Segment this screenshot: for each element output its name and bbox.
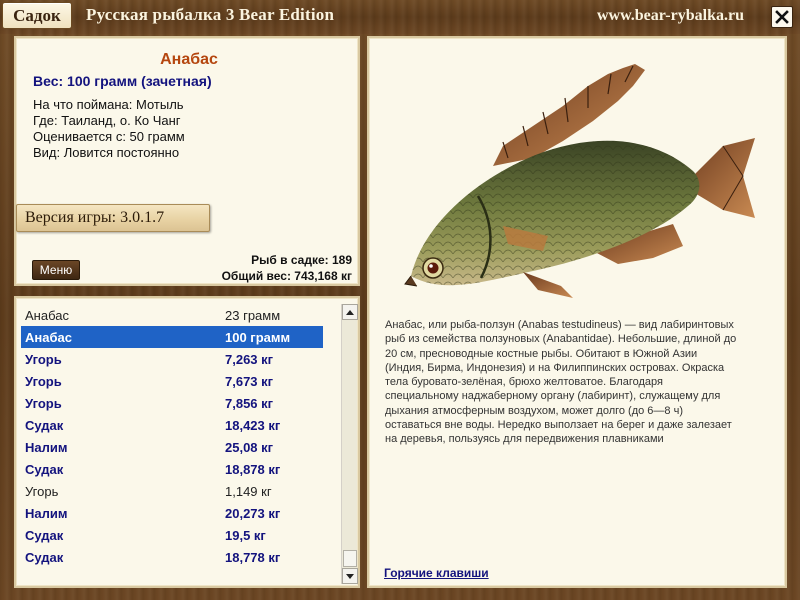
catch-name: Судак [25,549,64,565]
catch-list-panel: Анабас 23 грамм Анабас 100 грамм Угорь 7,26… [14,296,360,588]
catch-name: Налим [25,439,68,455]
catch-name: Судак [25,527,64,543]
arrow-up-icon [346,309,354,315]
total-weight-stat: Общий вес: 743,168 кг [221,269,352,283]
catch-weight: 20,273 кг [225,505,281,521]
catch-weight: 18,423 кг [225,417,281,433]
list-item[interactable]: Угорь 7,263 кг [21,348,323,370]
list-item[interactable]: Налим 20,273 кг [21,502,323,524]
catch-weight: 100 грамм [225,329,291,345]
location-info: Где: Таиланд, о. Ко Чанг [33,113,181,128]
catch-name: Судак [25,417,64,433]
fish-count-stat: Рыб в садке: 189 [251,253,352,267]
menu-button[interactable]: Меню [32,260,80,280]
hotkeys-link[interactable]: Горячие клавиши [384,566,489,580]
arrow-down-icon [346,573,354,579]
close-button[interactable] [771,6,793,28]
catch-weight: 7,673 кг [225,373,274,389]
catch-weight: 19,5 кг [225,527,266,543]
bait-info: На что поймана: Мотыль [33,97,184,112]
catch-weight: 7,263 кг [225,351,274,367]
catch-name: Угорь [25,395,62,411]
fish-name: Анабас [160,51,218,68]
game-version-plate: Версия игры: 3.0.1.7 [16,204,210,232]
catch-weight: 1,149 кг [225,483,272,499]
catch-name: Налим [25,505,68,521]
list-item[interactable]: Угорь 7,673 кг [21,370,323,392]
list-item[interactable]: Судак 18,878 кг [21,458,323,480]
list-item[interactable]: Угорь 1,149 кг [21,480,323,502]
fish-illustration [404,64,755,298]
list-item[interactable]: Анабас 23 грамм [21,304,323,326]
site-url: www.bear-rybalka.ru [597,7,744,24]
close-icon [775,10,789,24]
title-bar: Садок Русская рыбалка 3 Bear Edition www… [0,0,800,34]
fish-description-panel: Анабас, или рыба-ползун (Anabas testudin… [367,36,787,588]
list-item[interactable]: Судак 18,778 кг [21,546,323,568]
catch-name: Судак [25,461,64,477]
list-item[interactable]: Налим 25,08 кг [21,436,323,458]
catch-name: Угорь [25,351,62,367]
list-scrollbar[interactable] [341,304,358,584]
catch-weight: 23 грамм [225,307,281,323]
list-item[interactable]: Угорь 7,856 кг [21,392,323,414]
sadok-button[interactable]: Садок [2,2,72,29]
fish-info-panel: Анабас Вес: 100 грамм (зачетная) На что … [14,36,360,286]
catch-name: Анабас [25,307,69,323]
catch-weight: 25,08 кг [225,439,274,455]
scroll-down-button[interactable] [342,568,358,584]
fish-description-text: Анабас, или рыба-ползун (Anabas testudin… [385,319,737,446]
scroll-thumb[interactable] [343,550,357,567]
catch-weight: 7,856 кг [225,395,274,411]
catch-name: Угорь [25,483,59,499]
list-item[interactable]: Судак 19,5 кг [21,524,323,546]
fish-weight: Вес: 100 грамм (зачетная) [33,73,212,89]
game-title: Русская рыбалка 3 Bear Edition [86,5,335,24]
valued-from-info: Оценивается с: 50 грамм [33,129,185,144]
scroll-up-button[interactable] [342,304,358,320]
catch-name: Анабас [25,329,72,345]
catch-weight: 18,878 кг [225,461,281,477]
catch-name: Угорь [25,373,62,389]
catch-list: Анабас 23 грамм Анабас 100 грамм Угорь 7,26… [21,304,337,568]
list-item[interactable]: Анабас 100 грамм [21,326,323,348]
catch-weight: 18,778 кг [225,549,281,565]
species-type-info: Вид: Ловится постоянно [33,145,180,160]
list-item[interactable]: Судак 18,423 кг [21,414,323,436]
